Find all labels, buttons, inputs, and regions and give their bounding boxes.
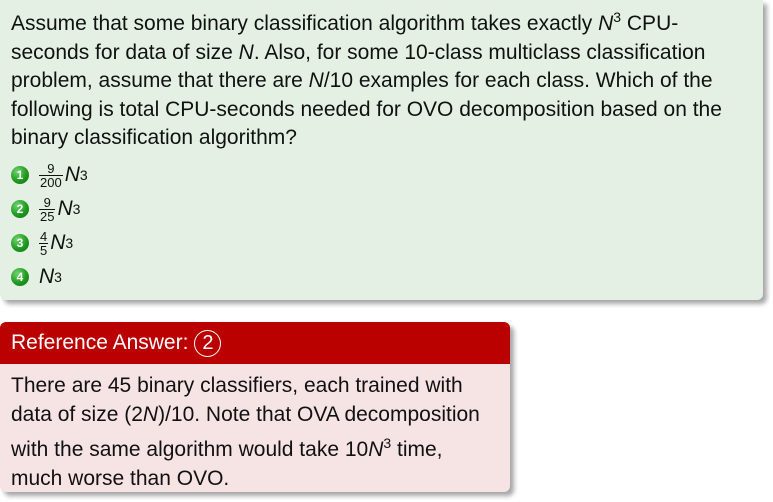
- variable-n: N: [308, 69, 324, 92]
- bullet-2: 2: [11, 200, 29, 218]
- option-1[interactable]: 1 9 200 N3: [11, 158, 88, 192]
- variable-n: N: [39, 265, 55, 288]
- answer-header: Reference Answer: 2: [0, 322, 510, 364]
- variable-n: N: [50, 231, 66, 254]
- option-4[interactable]: 4 N3: [11, 260, 88, 294]
- question-box: Assume that some binary classification a…: [0, 0, 763, 300]
- options-list: 1 9 200 N3 2 9 25 N3 3 45 N3 4 N3: [11, 158, 88, 294]
- exponent: 3: [79, 167, 88, 183]
- variable-n: N: [57, 197, 73, 220]
- bullet-1: 1: [11, 166, 29, 184]
- bullet-4: 4: [11, 268, 29, 286]
- question-part: Assume that some binary classification a…: [11, 12, 599, 35]
- question-text: Assume that some binary classification a…: [11, 3, 755, 153]
- answer-choice-badge: 2: [194, 329, 222, 357]
- answer-text: There are 45 binary classifiers, each tr…: [0, 364, 510, 492]
- answer-header-label: Reference Answer:: [11, 331, 189, 354]
- exponent: 3: [613, 9, 622, 25]
- fraction-denominator: 200: [39, 174, 63, 190]
- option-3[interactable]: 3 45 N3: [11, 226, 88, 260]
- fraction: 9 25: [39, 194, 56, 224]
- fraction-numerator: 9: [47, 160, 55, 176]
- fraction-denominator: 5: [39, 242, 49, 258]
- fraction-denominator: 25: [39, 208, 56, 224]
- fraction-numerator: 4: [40, 228, 48, 244]
- exponent: 3: [65, 235, 74, 251]
- variable-n: N: [64, 163, 80, 186]
- exponent: 3: [54, 269, 62, 285]
- option-2[interactable]: 2 9 25 N3: [11, 192, 88, 226]
- fraction-numerator: 9: [43, 194, 51, 210]
- fraction: 9 200: [39, 162, 63, 189]
- variable-n: N: [368, 438, 384, 461]
- variable-n: N: [238, 40, 254, 64]
- fraction: 45: [39, 228, 49, 258]
- variable-n: N: [598, 12, 614, 35]
- answer-box: Reference Answer: 2 There are 45 binary …: [0, 322, 510, 492]
- bullet-3: 3: [11, 234, 29, 252]
- variable-n: N: [142, 402, 159, 426]
- exponent: 3: [383, 435, 392, 451]
- exponent: 3: [72, 201, 81, 217]
